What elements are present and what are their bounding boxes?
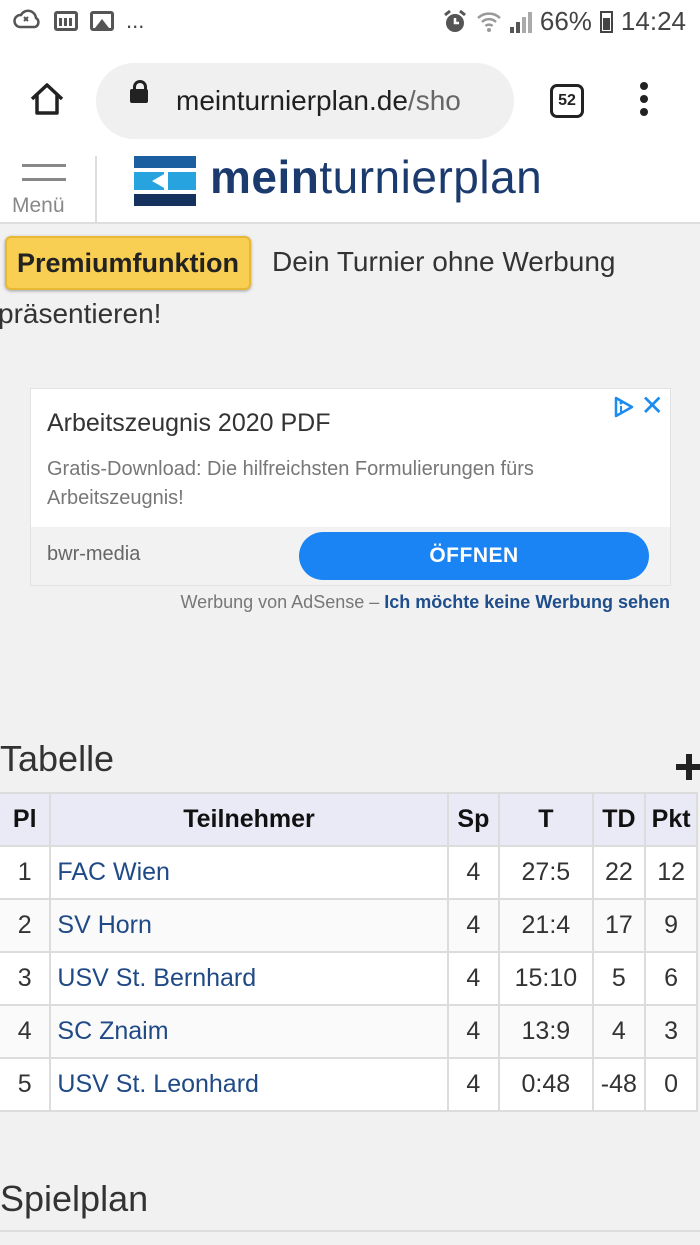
premium-text-line1: Dein Turnier ohne Werbung: [272, 246, 616, 277]
cell-rank: 3: [0, 951, 52, 1006]
cell-points: 12: [644, 845, 698, 900]
calendar-icon: [54, 11, 78, 31]
premium-text-line2: präsentieren!: [0, 298, 162, 329]
browser-toolbar: meinturnierplan.de/sho 52: [0, 50, 700, 156]
col-header-td[interactable]: TD: [591, 792, 647, 847]
battery-icon: [599, 10, 613, 33]
cell-points: 6: [644, 951, 698, 1006]
cell-games: 4: [446, 845, 501, 900]
team-link[interactable]: USV St. Leonhard: [49, 1057, 449, 1112]
table-row: 1 FAC Wien 4 27:5 22 12: [0, 845, 698, 900]
standings-table: Pl Teilnehmer Sp T TD Pkt 1 FAC Wien 4 2…: [0, 792, 698, 1112]
more-options-icon[interactable]: [640, 82, 650, 122]
ad-footer: bwr-media ÖFFNEN: [31, 527, 670, 585]
col-header-pkt[interactable]: Pkt: [644, 792, 698, 847]
tab-switcher-button[interactable]: 52: [550, 84, 584, 118]
logo-wordmark: meinturnierplan: [210, 151, 543, 203]
menu-button[interactable]: Menü: [0, 156, 97, 222]
cell-goals: 15:10: [498, 951, 594, 1006]
col-header-pl[interactable]: Pl: [0, 792, 52, 847]
table-row: 2 SV Horn 4 21:4 17 9: [0, 898, 698, 953]
battery-percent: 66%: [539, 6, 592, 36]
alarm-icon: [443, 9, 466, 32]
adchoices-icon[interactable]: [612, 395, 636, 419]
cell-goals: 27:5: [498, 845, 594, 900]
table-row: 5 USV St. Leonhard 4 0:48 -48 0: [0, 1057, 698, 1112]
cell-goals: 13:9: [498, 1004, 594, 1059]
clock: 14:24: [620, 6, 686, 36]
cell-rank: 4: [0, 1004, 52, 1059]
status-bar: ... 66% 14:24: [0, 0, 700, 50]
table-row: 3 USV St. Bernhard 4 15:10 5 6: [0, 951, 698, 1006]
home-icon[interactable]: [28, 80, 66, 118]
schedule-heading: Spielplan: [0, 1178, 149, 1219]
premium-button[interactable]: Premiumfunktion: [5, 236, 252, 290]
col-header-teilnehmer[interactable]: Teilnehmer: [49, 792, 449, 847]
logo-mark-icon: [134, 156, 196, 206]
divider: [0, 1230, 700, 1232]
ad-title[interactable]: Arbeitszeugnis 2020 PDF: [47, 409, 330, 438]
col-header-t[interactable]: T: [498, 792, 594, 847]
cell-games: 4: [446, 1057, 501, 1112]
signal-icon: [509, 11, 532, 33]
table-header-row: Pl Teilnehmer Sp T TD Pkt: [0, 792, 698, 847]
cloud-sync-icon: [13, 9, 40, 29]
table-row: 4 SC Znaim 4 13:9 4 3: [0, 1004, 698, 1059]
cell-rank: 2: [0, 898, 52, 953]
hamburger-icon: [22, 164, 66, 167]
cell-games: 4: [446, 1004, 501, 1059]
image-icon: [90, 11, 114, 31]
cell-points: 0: [644, 1057, 698, 1112]
cell-points: 3: [644, 1004, 698, 1059]
url-text[interactable]: meinturnierplan.de/sho: [176, 85, 494, 117]
cell-games: 4: [446, 951, 501, 1006]
expand-plus-icon[interactable]: [676, 754, 700, 780]
col-header-sp[interactable]: Sp: [446, 792, 501, 847]
notification-overflow: ...: [126, 8, 145, 33]
team-link[interactable]: SV Horn: [49, 898, 449, 953]
cell-goal-diff: 5: [591, 951, 647, 1006]
team-link[interactable]: SC Znaim: [49, 1004, 449, 1059]
team-link[interactable]: USV St. Bernhard: [49, 951, 449, 1006]
no-ads-link[interactable]: Ich möchte keine Werbung sehen: [384, 592, 670, 612]
wifi-icon: [477, 11, 501, 32]
site-header: Menü meinturnierplan: [0, 151, 700, 224]
cell-goal-diff: 22: [591, 845, 647, 900]
team-link[interactable]: FAC Wien: [49, 845, 449, 900]
cell-goals: 0:48: [498, 1057, 594, 1112]
menu-label: Menü: [12, 194, 65, 217]
address-bar[interactable]: meinturnierplan.de/sho: [96, 63, 514, 139]
cell-rank: 5: [0, 1057, 52, 1112]
site-logo[interactable]: meinturnierplan: [134, 151, 604, 208]
cell-points: 9: [644, 898, 698, 953]
cell-games: 4: [446, 898, 501, 953]
cell-goals: 21:4: [498, 898, 594, 953]
cell-goal-diff: 4: [591, 1004, 647, 1059]
lock-icon: [130, 80, 148, 103]
cell-goal-diff: -48: [591, 1057, 647, 1112]
ad-unit[interactable]: Arbeitszeugnis 2020 PDF ✕ Gratis-Downloa…: [30, 388, 671, 586]
cell-goal-diff: 17: [591, 898, 647, 953]
ad-close-icon[interactable]: ✕: [641, 391, 664, 421]
ad-open-button[interactable]: ÖFFNEN: [299, 532, 649, 580]
adsense-notice: Werbung von AdSense – Ich möchte keine W…: [180, 592, 670, 612]
table-heading: Tabelle: [0, 738, 115, 779]
ad-description: Gratis-Download: Die hilfreichsten Formu…: [47, 458, 534, 509]
ad-advertiser: bwr-media: [47, 543, 141, 565]
cell-rank: 1: [0, 845, 52, 900]
